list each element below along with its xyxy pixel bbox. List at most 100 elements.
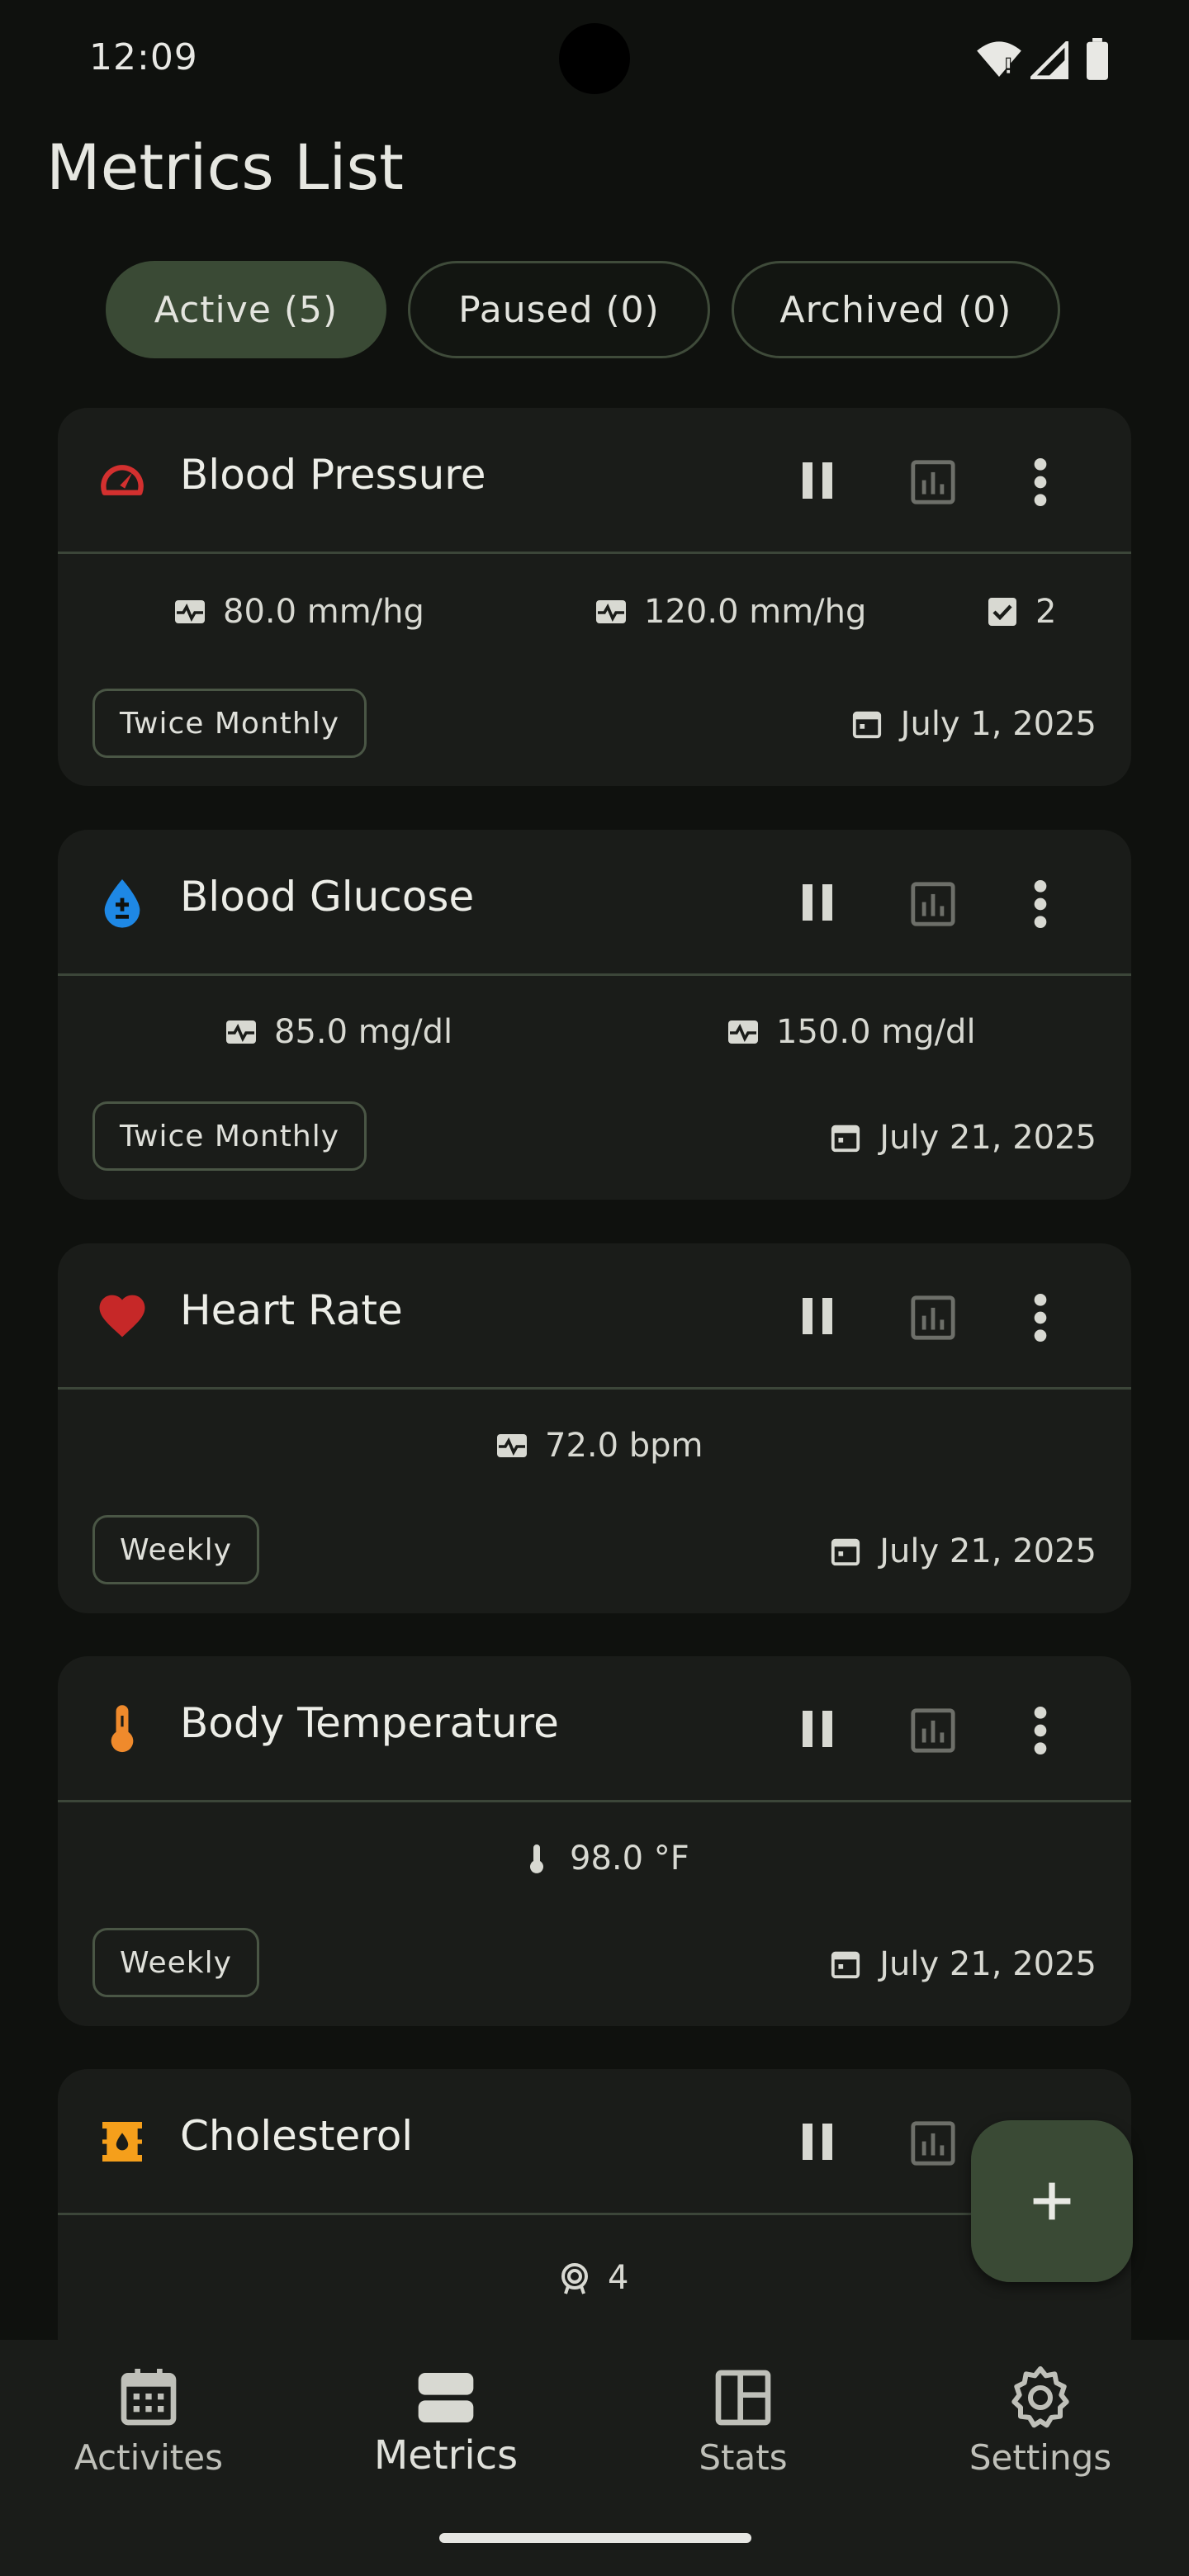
monitor-heart-icon xyxy=(497,1434,527,1457)
chart-button[interactable] xyxy=(898,2109,968,2178)
metrics-list-screen: 12:09 Metrics List Active (5) Paused (0)… xyxy=(0,0,1189,2576)
reading-value: 120.0 mm/hg xyxy=(644,593,867,631)
pause-icon xyxy=(803,2124,832,2160)
nav-label: Activites xyxy=(74,2437,223,2478)
date-text: July 1, 2025 xyxy=(900,705,1097,743)
pause-button[interactable] xyxy=(784,869,850,935)
metric-card[interactable]: Heart Rate 72.0 bpm Weekly July 21, 2025 xyxy=(58,1243,1131,1613)
card-header: Heart Rate xyxy=(58,1243,1131,1387)
reading-value: 85.0 mg/dl xyxy=(274,1013,453,1051)
oil-barrel-icon xyxy=(102,2122,142,2162)
chart-button[interactable] xyxy=(898,1696,968,1765)
target-icon xyxy=(561,2263,588,2294)
thermometer-icon xyxy=(111,1705,134,1753)
more-options-button[interactable] xyxy=(1007,1696,1073,1765)
nav-item-metrics[interactable]: Metrics xyxy=(297,2340,594,2530)
pause-icon xyxy=(803,884,832,921)
pause-icon xyxy=(803,462,832,499)
frequency-badge: Twice Monthly xyxy=(92,1101,367,1171)
bar-chart-icon xyxy=(911,882,955,926)
pause-button[interactable] xyxy=(784,2109,850,2175)
reading: 85.0 mg/dl xyxy=(225,1013,452,1051)
chip-active[interactable]: Active (5) xyxy=(106,261,386,358)
drop-icon xyxy=(104,879,140,928)
pause-button[interactable] xyxy=(784,1283,850,1349)
start-date: July 1, 2025 xyxy=(851,705,1097,743)
calendar-icon xyxy=(121,2369,177,2426)
monitor-heart-icon xyxy=(175,600,205,623)
divider xyxy=(58,973,1131,976)
more-options-button[interactable] xyxy=(1007,447,1073,517)
add-metric-button[interactable] xyxy=(971,2120,1133,2282)
more-vert-icon xyxy=(1034,880,1047,928)
date-text: July 21, 2025 xyxy=(879,1119,1097,1157)
chart-button[interactable] xyxy=(898,869,968,939)
metric-card[interactable]: Blood Pressure 80.0 mm/hg 120.0 mm/hg 2 … xyxy=(58,408,1131,786)
bar-chart-icon xyxy=(911,2121,955,2166)
metric-card[interactable]: Blood Glucose 85.0 mg/dl 150.0 mg/dl Twi… xyxy=(58,830,1131,1200)
battery-icon xyxy=(1087,38,1108,80)
reading-value: 72.0 bpm xyxy=(545,1427,703,1465)
nav-item-settings[interactable]: Settings xyxy=(892,2340,1189,2530)
divider xyxy=(58,1800,1131,1802)
pause-icon xyxy=(803,1298,832,1334)
reading-value: 80.0 mm/hg xyxy=(223,593,424,631)
reading: 72.0 bpm xyxy=(495,1427,703,1465)
bar-chart-icon xyxy=(911,1708,955,1753)
chip-paused[interactable]: Paused (0) xyxy=(408,261,710,358)
dashboard-icon xyxy=(715,2370,771,2426)
metric-card[interactable]: Body Temperature 98.0 °F Weekly July 21,… xyxy=(58,1656,1131,2026)
calendar-icon xyxy=(852,711,881,739)
more-vert-icon xyxy=(1034,1294,1047,1342)
card-header: Body Temperature xyxy=(58,1656,1131,1800)
card-header: Blood Glucose xyxy=(58,830,1131,973)
reading-value: 2 xyxy=(1035,593,1057,631)
nav-item-stats[interactable]: Stats xyxy=(594,2340,892,2530)
chip-archived[interactable]: Archived (0) xyxy=(732,261,1060,358)
frequency-badge: Weekly xyxy=(92,1515,259,1584)
gesture-home-bar[interactable] xyxy=(439,2533,751,2543)
more-options-button[interactable] xyxy=(1007,1283,1073,1352)
reading: 80.0 mm/hg xyxy=(173,593,424,631)
metric-name: Blood Pressure xyxy=(180,451,486,499)
calendar-icon xyxy=(831,1538,860,1566)
calendar-icon xyxy=(831,1951,860,1979)
chart-button[interactable] xyxy=(898,447,968,517)
start-date: July 21, 2025 xyxy=(830,1532,1097,1570)
divider xyxy=(58,2213,1131,2215)
reading: 4 xyxy=(558,2259,628,2297)
camera-cutout xyxy=(559,23,630,94)
bar-chart-icon xyxy=(911,460,955,504)
wifi-icon xyxy=(977,41,1021,77)
gear-icon xyxy=(1011,2366,1069,2428)
reading: 98.0 °F xyxy=(520,1840,689,1878)
nav-label: Settings xyxy=(969,2437,1112,2478)
start-date: July 21, 2025 xyxy=(830,1945,1097,1983)
monitor-heart-icon xyxy=(596,600,626,623)
card-header: Cholesterol xyxy=(58,2069,1131,2213)
pause-button[interactable] xyxy=(784,447,850,514)
heart-icon xyxy=(99,1295,145,1338)
frequency-badge: Weekly xyxy=(92,1928,259,1997)
status-bar: 12:09 xyxy=(0,0,1189,116)
start-date: July 21, 2025 xyxy=(830,1119,1097,1157)
metric-name: Heart Rate xyxy=(180,1286,403,1334)
more-vert-icon xyxy=(1034,1707,1047,1754)
more-vert-icon xyxy=(1034,458,1047,506)
frequency-badge: Twice Monthly xyxy=(92,689,367,758)
chart-button[interactable] xyxy=(898,1283,968,1352)
more-options-button[interactable] xyxy=(1007,869,1073,939)
pause-icon xyxy=(803,1711,832,1747)
speedometer-icon xyxy=(101,465,144,495)
divider xyxy=(58,552,1131,554)
checkbox-icon xyxy=(988,598,1016,626)
nav-item-activities[interactable]: Activites xyxy=(0,2340,297,2530)
monitor-heart-icon xyxy=(728,1020,758,1044)
metric-name: Blood Glucose xyxy=(180,873,475,921)
plus-icon xyxy=(1033,2182,1071,2220)
metric-name: Body Temperature xyxy=(180,1699,559,1747)
divider xyxy=(58,1387,1131,1390)
pause-button[interactable] xyxy=(784,1696,850,1762)
date-text: July 21, 2025 xyxy=(879,1532,1097,1570)
reading-value: 150.0 mg/dl xyxy=(776,1013,976,1051)
